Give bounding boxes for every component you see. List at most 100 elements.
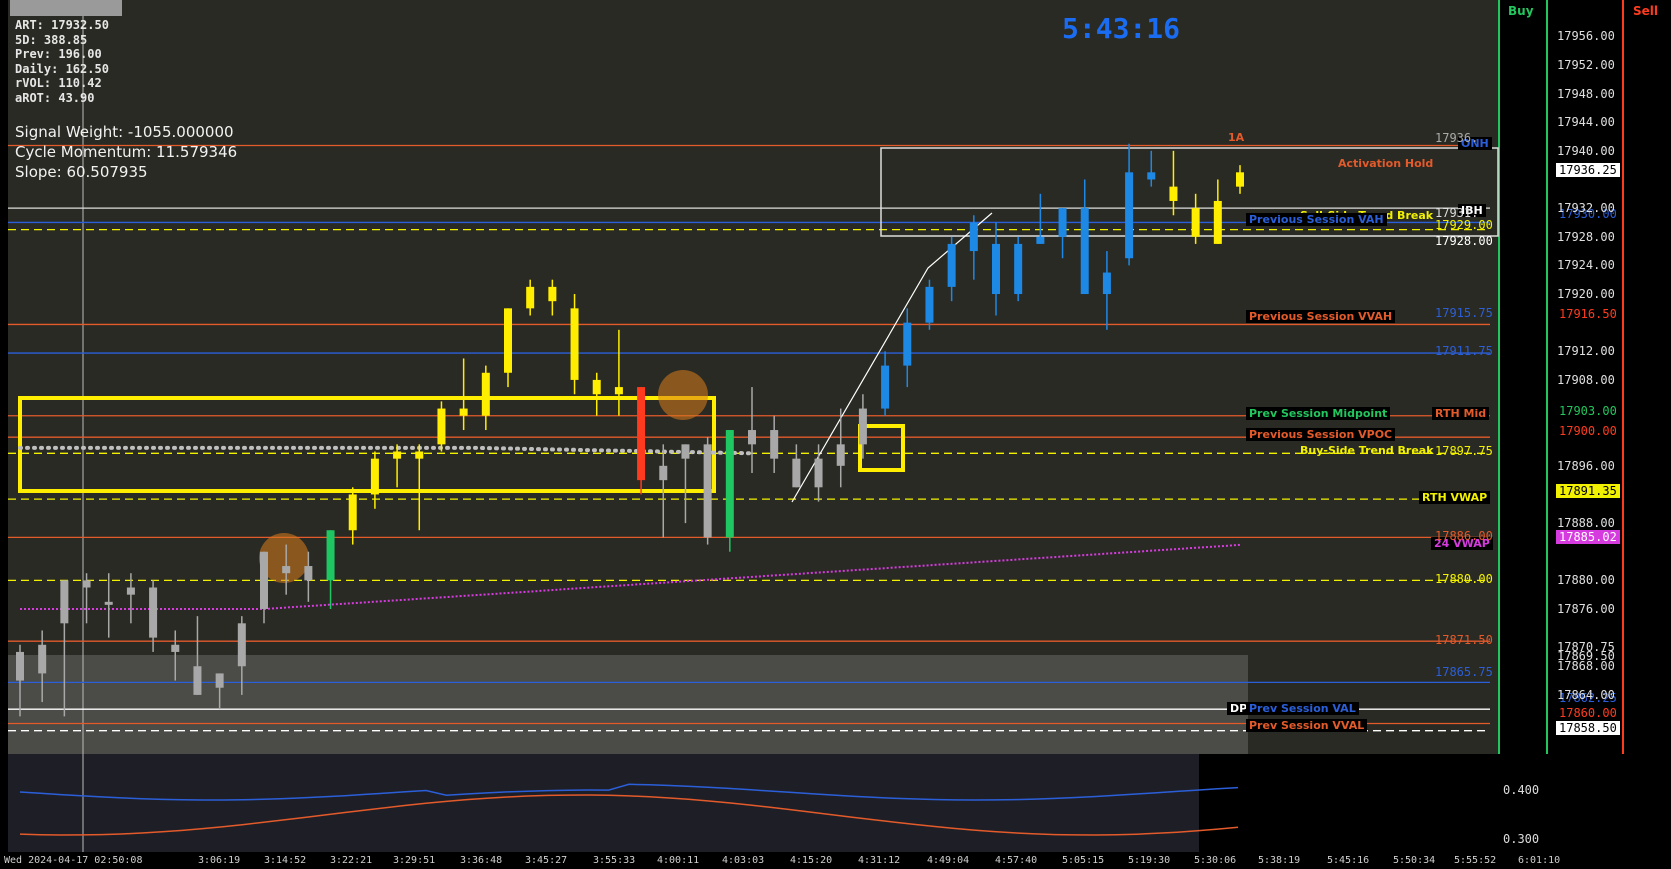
candle-body [437,408,446,445]
slope: Slope: 60.507935 [15,163,148,181]
x-tick-label: 3:06:19 [198,855,241,866]
candle-body [1236,172,1244,187]
y-tick-label: 17952.00 [1557,57,1615,72]
x-tick-label: 4:49:04 [927,855,970,866]
candle-body [1036,236,1045,244]
level-label-prev-midpoint: Prev Session Midpoint [1246,407,1391,420]
candle-body [637,387,646,481]
y-tick-label: 17888.00 [1557,516,1615,531]
axis-badge-mid: 17903.00 [1559,404,1617,418]
candle-body [570,308,579,380]
level-label-rth-mid: RTH Mid [1432,407,1490,420]
candle-body [725,430,734,538]
level-label-prev-vah: Previous Session VAH [1246,213,1387,226]
candle-body [614,387,623,395]
candle-body [770,430,779,459]
candle-body [370,458,379,495]
candle-body [992,243,1000,295]
candle-body [881,365,890,409]
candle-body [792,458,801,488]
chart [8,0,1624,852]
candle-body [348,494,357,531]
candle-body [1080,208,1089,295]
price-tag: 17929.00 [1435,218,1493,232]
stat-arot: aROT: 43.90 [15,90,95,105]
candle-body [969,222,978,252]
level-label-rth-vwap: RTH VWAP [1419,491,1491,504]
candle-body [1102,272,1111,295]
level-label-prev-vval: Prev Session VVAL [1246,719,1368,732]
candle-body [1058,208,1067,237]
oscillator-panel [8,754,1199,852]
level-label-activation: Activation Hold [1338,157,1434,170]
x-tick-label: Wed 2024-04-17 02:50:08 [4,855,143,866]
y-tick-label: 17924.00 [1557,258,1615,273]
cycle-momentum: Cycle Momentum: 11.579346 [15,143,238,161]
x-tick-label: 3:22:21 [330,855,373,866]
candle-body [282,566,291,574]
y-tick-label: 17864.00 [1557,687,1615,702]
y-tick-label: 17880.00 [1557,573,1615,588]
candle-body [459,408,468,416]
x-tick-label: 5:45:16 [1327,855,1370,866]
candle-body [260,551,268,609]
y-tick-label: 17928.00 [1557,229,1615,244]
candle-body [903,322,912,366]
y-tick-label: 17944.00 [1557,115,1615,130]
candle-body [814,458,823,488]
candle-body [304,566,313,581]
x-tick-label: 6:01:10 [1518,855,1561,866]
stat-daily: Daily: 162.50 [15,61,109,76]
candle-body [60,580,69,624]
candle-body [126,587,135,595]
x-tick-label: 3:36:48 [460,855,503,866]
candle-body [659,465,668,481]
osc-tick: 0.300 [1503,832,1540,846]
axis-badge-low: 17858.50 [1556,721,1620,735]
candle-body [149,587,158,638]
axis-badge-24-vwap: 17885.02 [1556,530,1620,544]
candle-body [82,580,91,588]
x-tick-label: 4:03:03 [722,855,765,866]
signal-weight: Signal Weight: -1055.000000 [15,123,234,141]
candle-body [16,651,24,681]
y-tick-label: 17956.00 [1557,29,1615,44]
candle-body [1191,208,1200,237]
x-tick-label: 5:30:06 [1194,855,1237,866]
candle-body [1125,172,1134,259]
x-tick-label: 5:38:19 [1258,855,1301,866]
stats-block: ART: 17932.50 5D: 388.85 Prev: 196.00 Da… [10,0,122,105]
candle-body [1169,186,1178,201]
candle-body [504,308,512,373]
y-tick-label: 17940.00 [1557,143,1615,158]
candle-body [38,644,47,674]
price-tag: 17911.75 [1435,344,1493,358]
y-tick-label: 17920.00 [1557,287,1615,302]
x-tick-label: 5:50:34 [1393,855,1436,866]
candle-body [193,666,202,695]
candle-body [326,530,335,581]
x-tick-label: 5:19:30 [1128,855,1171,866]
candle-body [836,444,845,466]
price-tag: 17928.00 [1435,234,1493,248]
candle-body [415,451,424,459]
orange-marker [658,370,708,420]
price-tag: 17886.00 [1435,529,1493,543]
x-tick-label: 3:14:52 [264,855,307,866]
price-tag: 17915.75 [1435,306,1493,320]
y-tick-label: 17896.00 [1557,458,1615,473]
candle-body [703,444,712,538]
osc-tick: 0.400 [1503,783,1540,797]
candle-body [925,286,934,323]
price-tag: 17897.75 [1435,444,1493,458]
price-tag: 17865.75 [1435,665,1493,679]
x-tick-label: 4:00:11 [657,855,700,866]
signal-block: Signal Weight: -1055.000000 Cycle Moment… [15,122,237,182]
x-tick-label: 4:57:40 [995,855,1038,866]
axis-badge-rth-vwap: 17891.35 [1556,484,1620,498]
y-tick-label: 17868.00 [1557,659,1615,674]
price-tag: 17880.00 [1435,572,1493,586]
level-label-prev-val: Prev Session VAL [1246,702,1359,715]
candle-body [548,286,557,302]
stats-redaction [10,0,122,16]
